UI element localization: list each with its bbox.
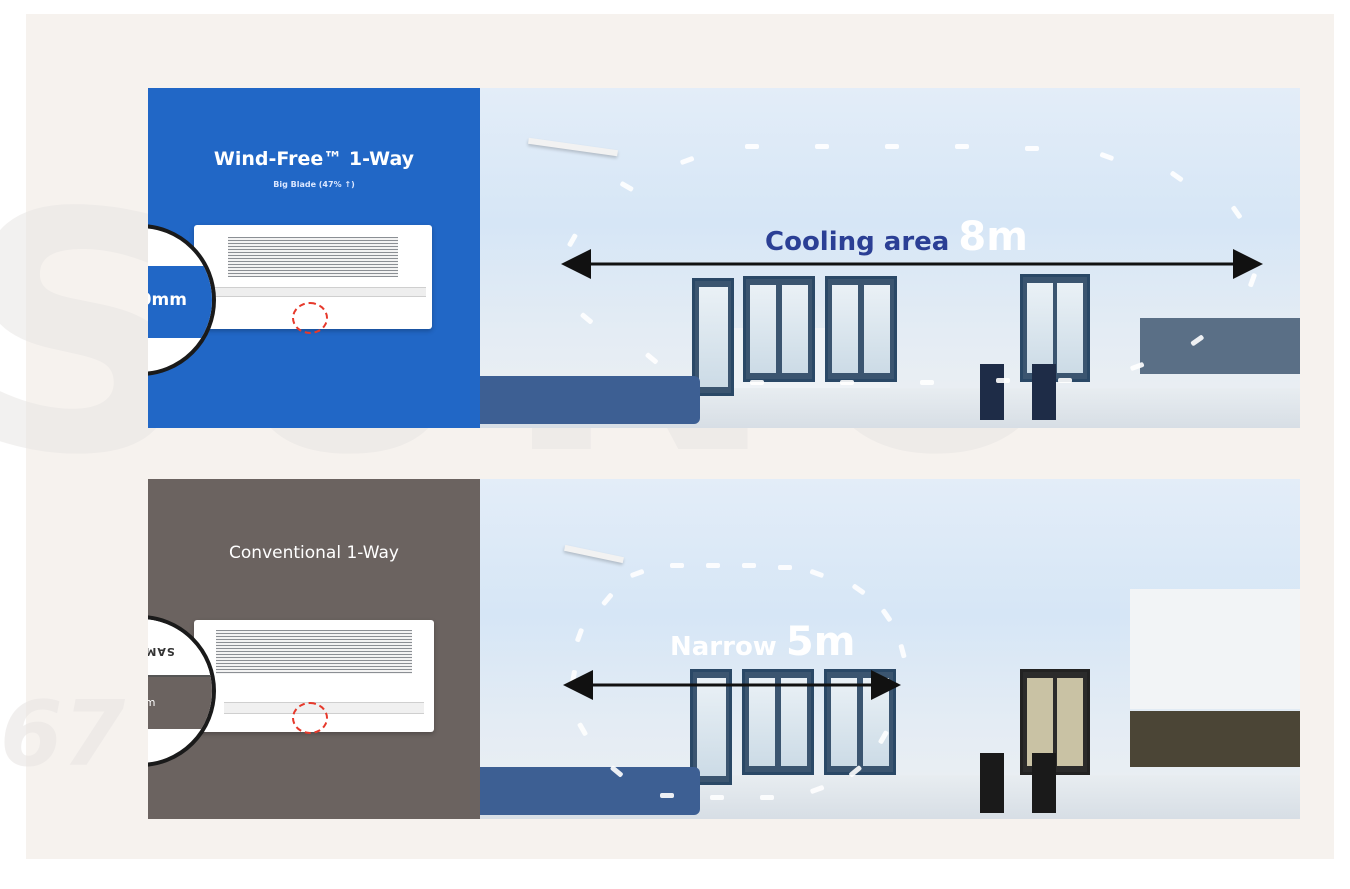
blade-height-label: 100mm bbox=[148, 290, 187, 310]
dimension-arrow-icon bbox=[148, 619, 212, 763]
blade-height-label: 68mm bbox=[148, 696, 155, 709]
blade-highlight-circle bbox=[292, 702, 328, 734]
room-photo-wide: Cooling area 8m bbox=[480, 88, 1300, 428]
blade-size-magnifier: SAMSUNG 68mm bbox=[148, 615, 216, 767]
infographic: SUNO 67 Wind-Free™ 1-Way Big Blade (47% … bbox=[0, 0, 1350, 889]
room-photo-narrow: Narrow 5m bbox=[480, 479, 1300, 819]
conventional-panel: Conventional 1-Way Narrow 5m SA bbox=[148, 479, 1300, 819]
ac-grille bbox=[216, 630, 412, 674]
panel-subtitle: Big Blade (47% ↑) bbox=[273, 180, 355, 189]
ac-grille bbox=[228, 237, 398, 277]
blade-size-magnifier: 100mm bbox=[148, 224, 216, 376]
airflow-overlay bbox=[563, 563, 907, 800]
ac-blade bbox=[200, 287, 426, 297]
panel-title: Conventional 1-Way bbox=[229, 543, 399, 563]
ac-unit-image bbox=[194, 620, 434, 734]
panel-title: Wind-Free™ 1-Way bbox=[213, 148, 415, 170]
airflow-arrow-icon bbox=[570, 563, 907, 800]
blade-highlight-circle bbox=[292, 302, 328, 334]
ac-unit-image bbox=[194, 225, 432, 334]
wind-free-panel: Wind-Free™ 1-Way Big Blade (47% ↑) Cooli… bbox=[148, 88, 1300, 428]
airflow-overlay bbox=[561, 144, 1263, 385]
